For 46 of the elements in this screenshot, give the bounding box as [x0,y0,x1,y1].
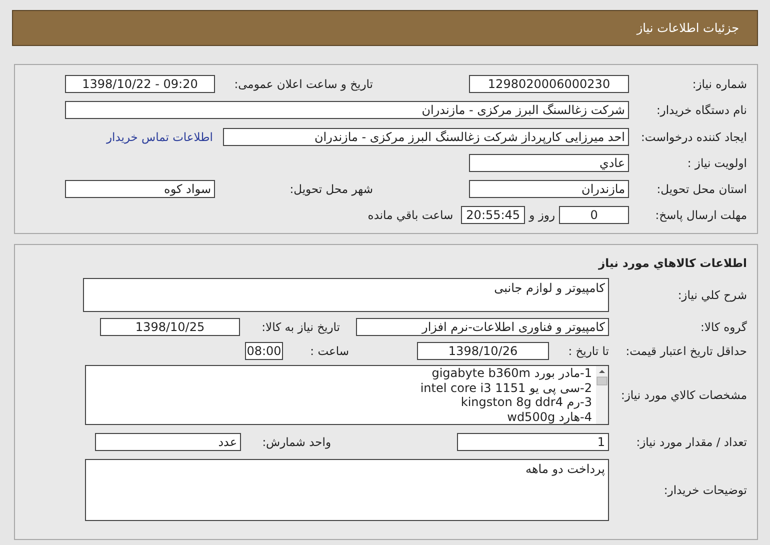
remaining-label: ساعت باقي مانده [368,208,454,222]
spec-item: 2-سی پی یو intel core i3 1151 [419,380,592,395]
text-field[interactable]: مازندران [469,180,629,198]
field-label: تاریخ و ساعت اعلان عمومی: [233,77,373,91]
field-label: توضیحات خریدار: [662,483,747,497]
specs-list[interactable]: 1-مادر بورد gigabyte b360m 2-سی پی یو intel core i3 1151 3-رم kingston 8g ddr4 4-هارد wd500g [85,365,609,425]
text-field[interactable]: 1398/10/22 - 09:20 [65,75,215,93]
text-field[interactable]: 1398/10/25 [100,318,240,336]
field-label: شماره نیاز: [691,77,747,91]
text-field[interactable]: 0 [559,206,629,224]
time-label: ساعت : [309,344,349,358]
field-label: تاریخ نیاز به کالا: [260,320,340,334]
text-field[interactable]: پرداخت دو ماهه [85,459,609,521]
field-label: مهلت ارسال پاسخ: [654,208,747,222]
text-field[interactable]: کامپیوتر و فناوری اطلاعات-نرم افزار [356,318,609,336]
spec-item: 3-رم kingston 8g ddr4 [460,395,592,410]
scrollbar-icon[interactable] [596,366,608,424]
text-field[interactable]: کامپیوتر و لوازم جانبی [83,278,609,312]
text-field[interactable]: عدد [95,433,241,451]
text-field[interactable]: 20:55:45 [461,206,526,224]
text-field[interactable]: احد میرزایی کارپرداز شرکت زغالسنگ البرز مرکزی - مازندران [223,128,629,146]
text-field[interactable]: 1398/10/26 [417,342,549,360]
field-label: اولویت نیاز : [686,156,747,170]
field-label: مشخصات کالاي مورد نیاز: [620,388,747,402]
contact-link[interactable]: اطلاعات تماس خریدار [106,130,213,144]
field-label: گروه کالا: [700,320,747,334]
text-field[interactable]: 1298020006000230 [469,75,629,93]
field-label: تعداد / مقدار مورد نیاز: [635,435,747,449]
field-label: شهر محل تحویل: [288,182,373,196]
spec-item: 1-مادر بورد gigabyte b360m [430,366,592,380]
text-field[interactable]: 08:00 [245,342,283,360]
field-label: حداقل تاریخ اعتبار قیمت: [624,344,747,358]
header-title: جزئیات اطلاعات نیاز [636,21,739,35]
to-date-label: تا تاریخ : [567,344,609,358]
text-field[interactable]: 1 [457,433,609,451]
text-field[interactable]: شرکت زغالسنگ البرز مرکزی - مازندران [65,101,629,119]
field-label: نام دستگاه خریدار: [655,103,747,117]
days-label: روز و [529,208,555,222]
field-label: شرح کلي نیاز: [676,288,747,302]
spec-item: 4-هارد wd500g [506,410,592,424]
section-title: اطلاعات کالاهاي مورد نياز [597,255,747,272]
field-label: ایجاد کننده درخواست: [640,130,747,144]
text-field[interactable]: سواد کوه [65,180,215,198]
field-label: استان محل تحویل: [656,182,747,196]
text-field[interactable]: عادي [469,154,629,172]
field-label: واحد شمارش: [261,435,331,449]
